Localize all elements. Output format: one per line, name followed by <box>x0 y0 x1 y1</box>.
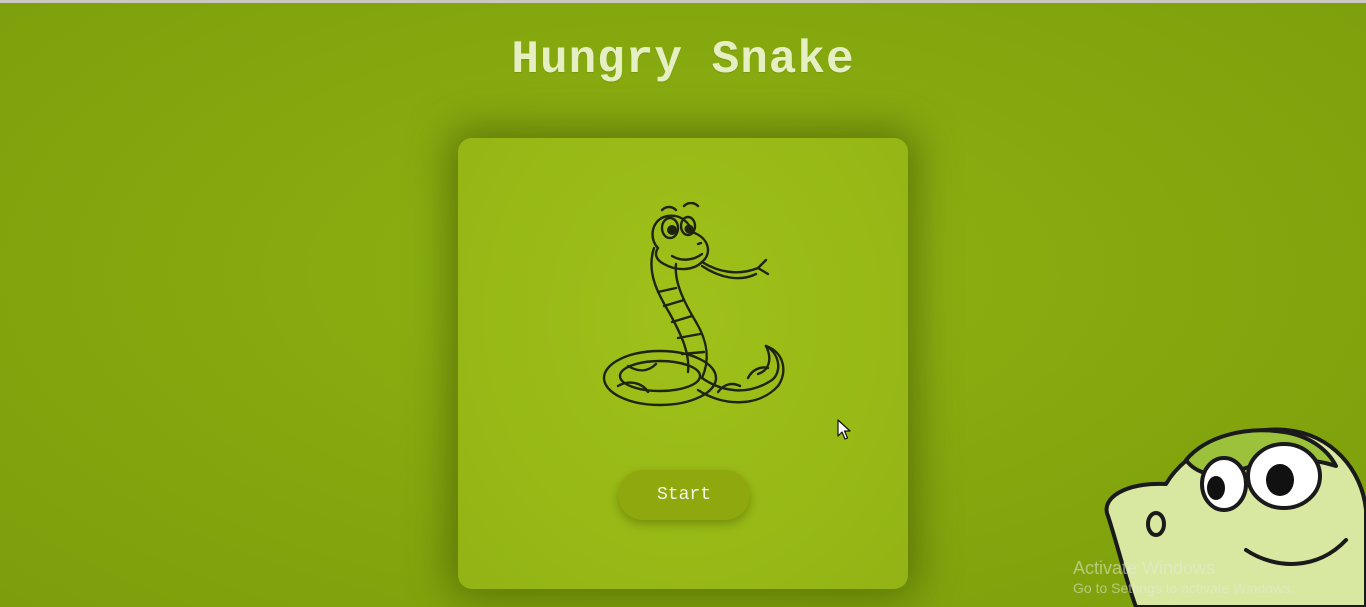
snake-illustration <box>602 202 785 407</box>
watermark-subtitle: Go to Settings to activate Windows. <box>1073 580 1294 596</box>
windows-activation-watermark: Activate Windows Go to Settings to activ… <box>1073 558 1294 596</box>
page-title: Hungry Snake <box>511 34 855 86</box>
start-button[interactable]: Start <box>618 470 750 520</box>
mouse-pointer-icon <box>837 419 851 440</box>
game-start-card: Start <box>458 138 908 589</box>
watermark-title: Activate Windows <box>1073 558 1216 578</box>
window-top-border <box>0 0 1366 3</box>
